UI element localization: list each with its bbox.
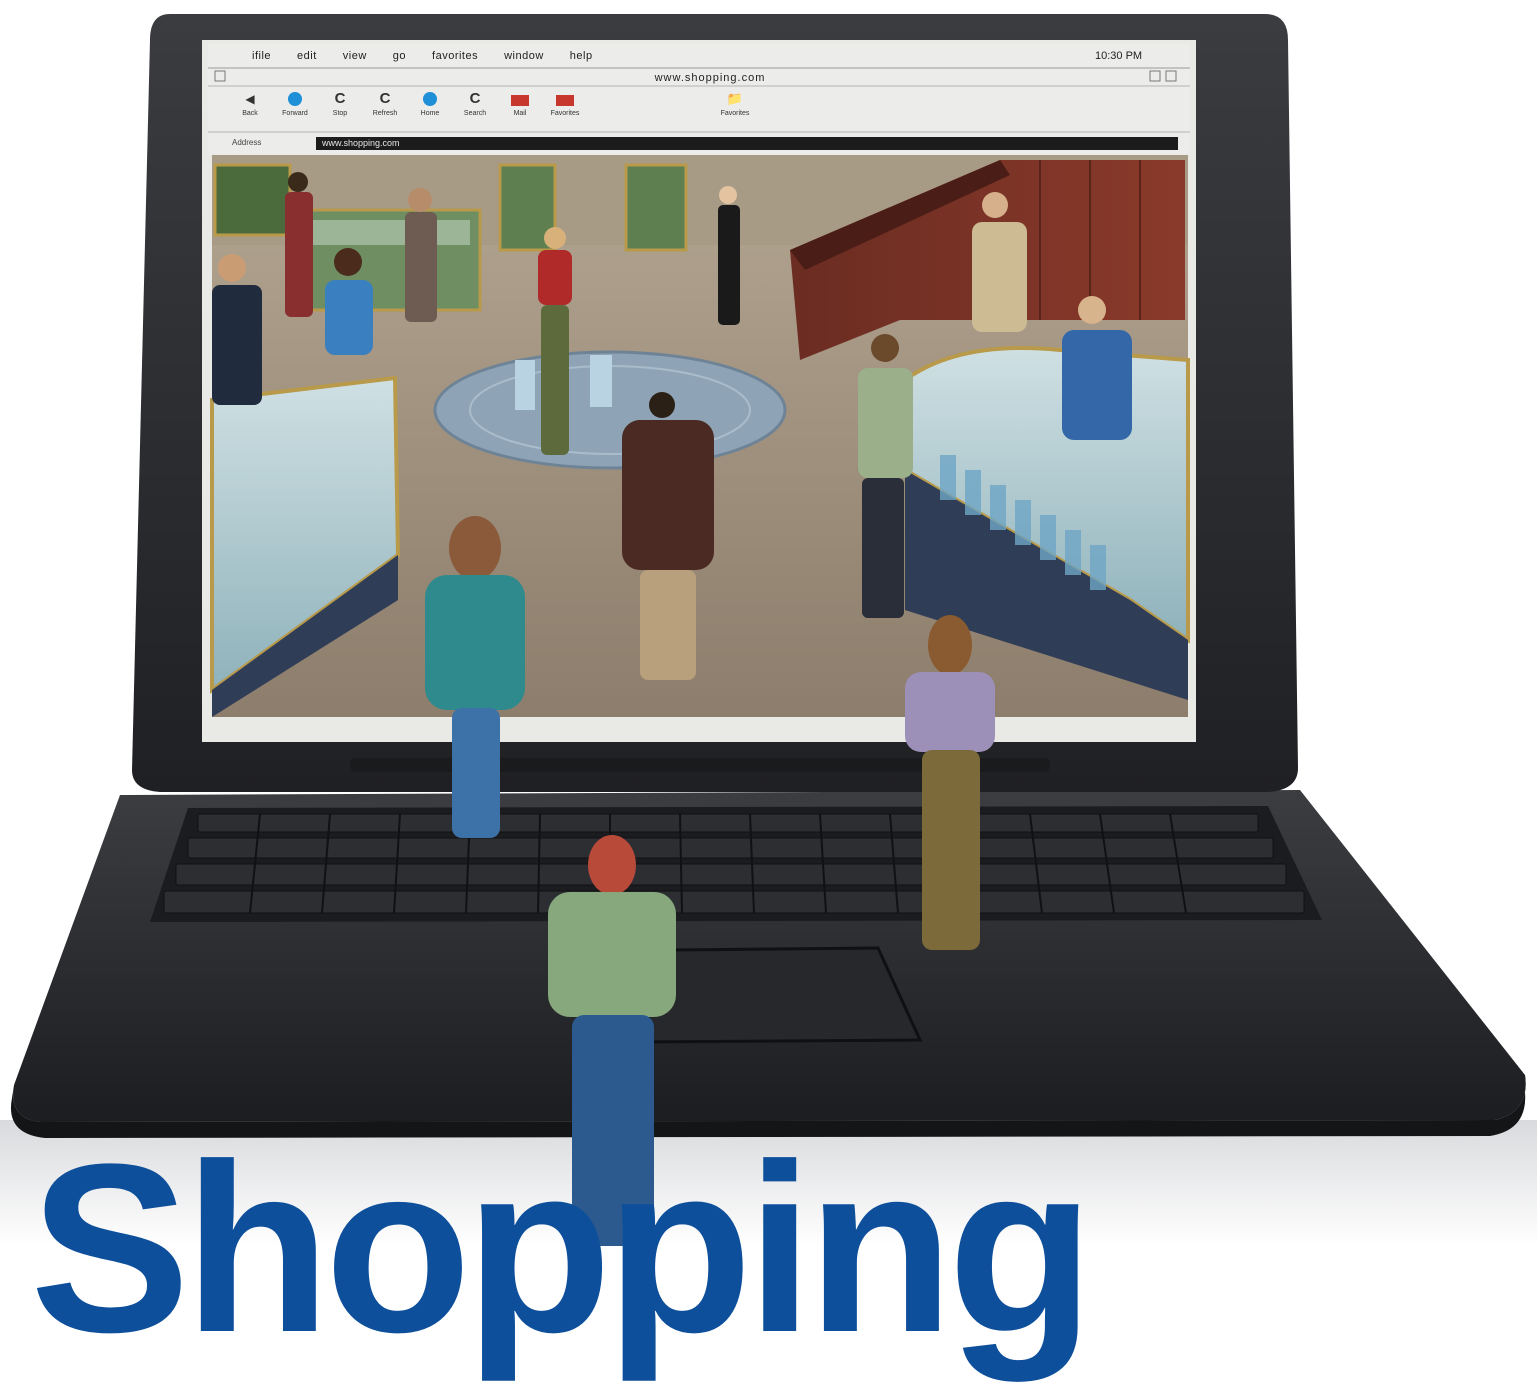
- back-arrow-icon: ◀: [245, 92, 255, 106]
- favorites-button[interactable]: Favorites: [545, 92, 585, 126]
- folder-label: Favorites: [720, 110, 750, 117]
- mail-button[interactable]: Mail: [500, 92, 540, 126]
- keyboard-keys: [163, 813, 1305, 914]
- trackpad: [637, 946, 923, 1044]
- red-square-icon: [556, 95, 574, 106]
- mall-scene: [210, 155, 1190, 717]
- refresh-icon: C: [469, 90, 481, 107]
- home-button[interactable]: Home: [410, 92, 450, 126]
- home-label: Home: [420, 110, 440, 117]
- forward-button[interactable]: Forward: [275, 92, 315, 126]
- window-title: www.shopping.com: [654, 72, 766, 84]
- menu-item-edit[interactable]: edit: [297, 50, 317, 62]
- favorites-label: Favorites: [550, 110, 580, 117]
- blue-dot-icon: [288, 92, 302, 106]
- menu-item-favorites[interactable]: favorites: [432, 50, 478, 62]
- forward-label: Forward: [282, 110, 308, 117]
- headline: Shopping: [30, 1114, 1094, 1382]
- red-square-icon: [511, 95, 529, 106]
- search-label: Search: [463, 110, 487, 117]
- refresh-label: Refresh: [372, 110, 398, 117]
- stop-button[interactable]: C Stop: [320, 90, 360, 126]
- menu-item-help[interactable]: help: [570, 50, 593, 62]
- folder-button[interactable]: 📁 Favorites: [700, 92, 770, 126]
- refresh-icon: C: [379, 90, 391, 107]
- refresh-icon: C: [334, 90, 346, 107]
- browser-toolbar: ◀ Back Forward C Stop C Refresh Home C S…: [230, 90, 630, 128]
- refresh-button[interactable]: C Refresh: [365, 90, 405, 126]
- folder-icon: 📁: [726, 91, 744, 106]
- menu-item-view[interactable]: view: [343, 50, 367, 62]
- shopper-woman-black-dress: [718, 186, 740, 325]
- shopper-woman-red-back: [285, 172, 313, 317]
- address-bar[interactable]: www.shopping.com: [316, 137, 1178, 150]
- menu-clock: 10:30 PM: [1095, 50, 1143, 62]
- mail-label: Mail: [513, 110, 527, 117]
- stop-label: Stop: [332, 110, 348, 117]
- laptop-mall-illustration: [0, 14, 1537, 1246]
- menu-item-file[interactable]: ifile: [252, 50, 271, 62]
- address-label: Address: [232, 138, 262, 147]
- blue-dot-icon: [423, 92, 437, 106]
- menu-item-window[interactable]: window: [504, 50, 544, 62]
- menu-bar: ifile edit view go favorites window help: [212, 44, 1188, 68]
- menu-item-go[interactable]: go: [393, 50, 406, 62]
- back-label: Back: [242, 110, 258, 117]
- back-button[interactable]: ◀ Back: [230, 92, 270, 126]
- search-button[interactable]: C Search: [455, 90, 495, 126]
